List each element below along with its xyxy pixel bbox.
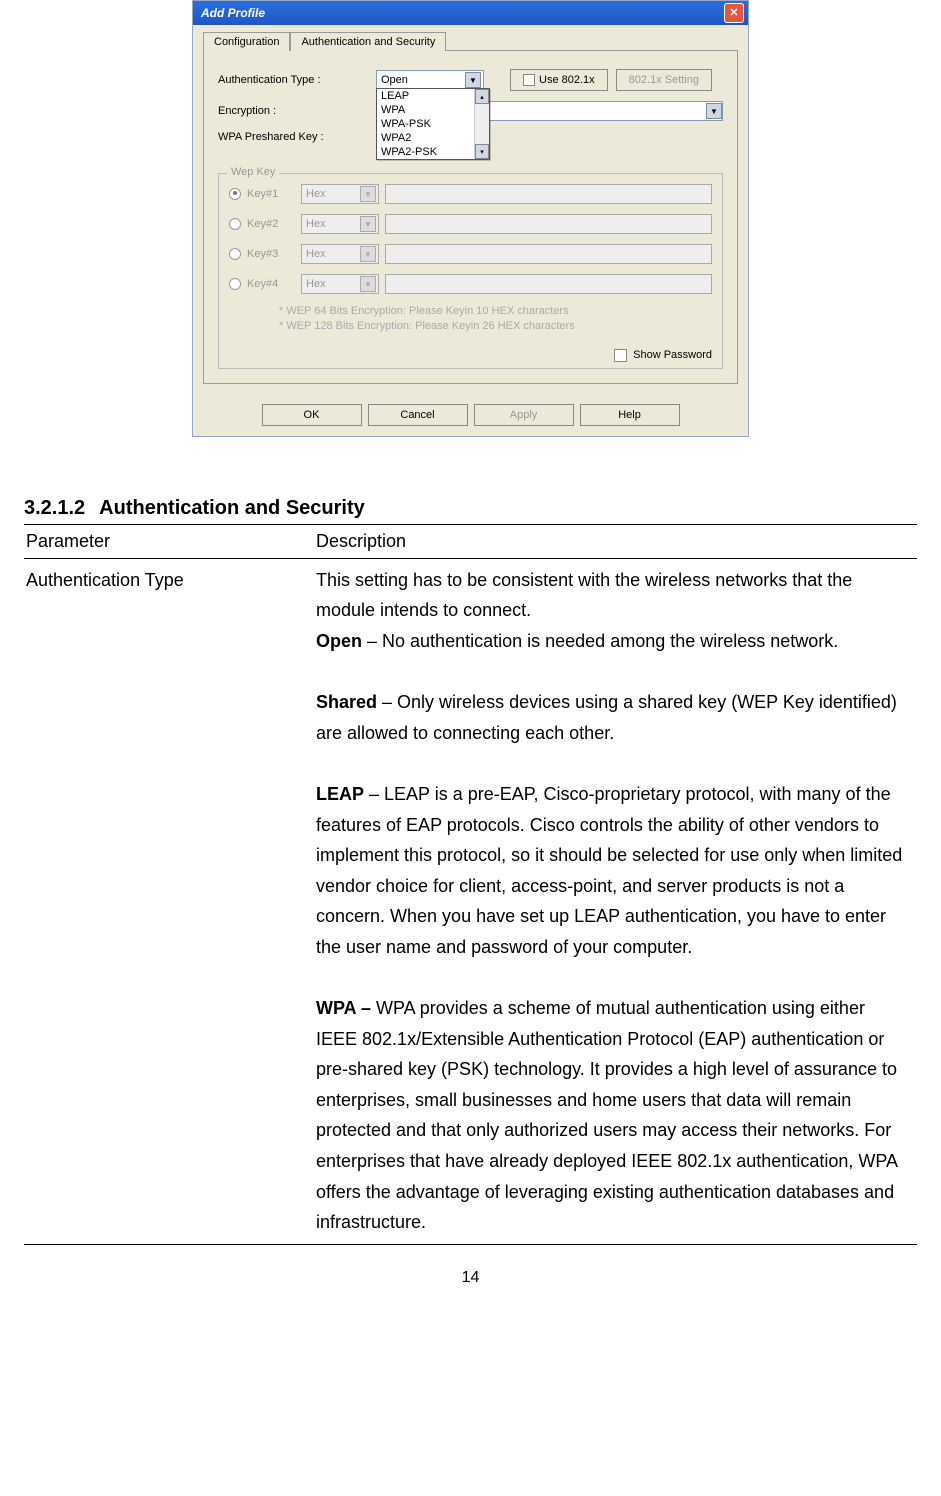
desc-shared-t: – Only wireless devices using a shared k…: [316, 692, 897, 743]
label-auth-type: Authentication Type :: [218, 74, 368, 86]
show-password-checkbox[interactable]: [614, 349, 627, 362]
key4-input: [385, 274, 712, 294]
cancel-button[interactable]: Cancel: [368, 404, 468, 426]
key3-input: [385, 244, 712, 264]
label-key1: Key#1: [247, 188, 295, 200]
document-body: 3.2.1.2 Authentication and Security Param…: [0, 497, 941, 1287]
8021x-setting-button: 802.1x Setting: [616, 69, 712, 91]
close-icon[interactable]: ✕: [724, 3, 744, 23]
tab-auth-security[interactable]: Authentication and Security: [290, 32, 446, 51]
wep-hint-64: * WEP 64 Bits Encryption: Please Keyin 1…: [279, 304, 712, 319]
dialog-buttons: OK Cancel Apply Help: [193, 394, 748, 436]
chevron-down-icon: ▼: [360, 216, 376, 232]
key1-format-select: Hex▼: [301, 184, 379, 204]
parameter-table: Parameter Description Authentication Typ…: [24, 524, 917, 1245]
tab-panel: Authentication Type : Open ▼ Use 802.1x …: [203, 50, 738, 384]
auth-type-value: Open: [381, 74, 408, 86]
option-wpa-psk[interactable]: WPA-PSK: [377, 117, 489, 131]
section-number: 3.2.1.2: [24, 497, 85, 519]
key4-format-select: Hex▼: [301, 274, 379, 294]
chevron-down-icon: ▼: [360, 186, 376, 202]
show-password-label: Show Password: [633, 349, 712, 362]
cell-parameter: Authentication Type: [24, 558, 314, 1244]
label-key4: Key#4: [247, 278, 295, 290]
tab-strip: Configuration Authentication and Securit…: [193, 25, 748, 50]
th-description: Description: [314, 524, 917, 558]
label-key2: Key#2: [247, 218, 295, 230]
apply-button: Apply: [474, 404, 574, 426]
help-button[interactable]: Help: [580, 404, 680, 426]
section-title: Authentication and Security: [99, 497, 365, 519]
radio-key2: [229, 218, 241, 230]
chevron-down-icon: ▼: [360, 246, 376, 262]
option-wpa[interactable]: WPA: [377, 103, 489, 117]
checkbox-icon: [523, 74, 535, 86]
option-leap[interactable]: LEAP: [377, 89, 489, 103]
encryption-select[interactable]: ▼: [484, 101, 723, 121]
option-wpa2-psk[interactable]: WPA2-PSK: [377, 145, 489, 159]
radio-key3: [229, 248, 241, 260]
chevron-down-icon[interactable]: ▼: [706, 103, 722, 119]
desc-shared-b: Shared: [316, 692, 377, 712]
wep-key-group: Wep Key Key#1 Hex▼ Key#2 Hex▼ Key#3 Hex: [218, 173, 723, 369]
page-number: 14: [24, 1269, 917, 1287]
label-encryption: Encryption :: [218, 105, 368, 117]
auth-type-select[interactable]: Open ▼: [376, 70, 484, 90]
desc-leap-t: – LEAP is a pre-EAP, Cisco-proprietary p…: [316, 784, 902, 957]
tab-configuration[interactable]: Configuration: [203, 32, 290, 51]
dropdown-scrollbar[interactable]: ▴ ▾: [474, 89, 489, 159]
section-heading: 3.2.1.2 Authentication and Security: [24, 497, 917, 520]
desc-open-t: – No authentication is needed among the …: [362, 631, 838, 651]
group-title: Wep Key: [227, 166, 279, 178]
auth-type-dropdown[interactable]: LEAP WPA WPA-PSK WPA2 WPA2-PSK ▴ ▾: [376, 88, 490, 160]
key2-input: [385, 214, 712, 234]
titlebar: Add Profile ✕: [193, 1, 748, 25]
wep-hint-128: * WEP 128 Bits Encryption: Please Keyin …: [279, 319, 712, 334]
label-preshared-key: WPA Preshared Key :: [218, 131, 368, 143]
desc-wpa-t: WPA provides a scheme of mutual authenti…: [316, 998, 897, 1232]
option-wpa2[interactable]: WPA2: [377, 131, 489, 145]
scroll-down-icon[interactable]: ▾: [475, 144, 489, 159]
radio-key4: [229, 278, 241, 290]
add-profile-window: Add Profile ✕ Configuration Authenticati…: [192, 0, 749, 437]
desc-intro: This setting has to be consistent with t…: [316, 570, 852, 621]
cell-description: This setting has to be consistent with t…: [314, 558, 917, 1244]
key3-format-select: Hex▼: [301, 244, 379, 264]
key2-format-select: Hex▼: [301, 214, 379, 234]
scroll-up-icon[interactable]: ▴: [475, 89, 489, 104]
desc-wpa-b: WPA –: [316, 998, 371, 1018]
chevron-down-icon: ▼: [360, 276, 376, 292]
use-8021x-button[interactable]: Use 802.1x: [510, 69, 608, 91]
window-title: Add Profile: [201, 6, 265, 20]
ok-button[interactable]: OK: [262, 404, 362, 426]
label-key3: Key#3: [247, 248, 295, 260]
key1-input: [385, 184, 712, 204]
radio-key1: [229, 188, 241, 200]
chevron-down-icon[interactable]: ▼: [465, 72, 481, 88]
desc-leap-b: LEAP: [316, 784, 364, 804]
th-parameter: Parameter: [24, 524, 314, 558]
desc-open-b: Open: [316, 631, 362, 651]
